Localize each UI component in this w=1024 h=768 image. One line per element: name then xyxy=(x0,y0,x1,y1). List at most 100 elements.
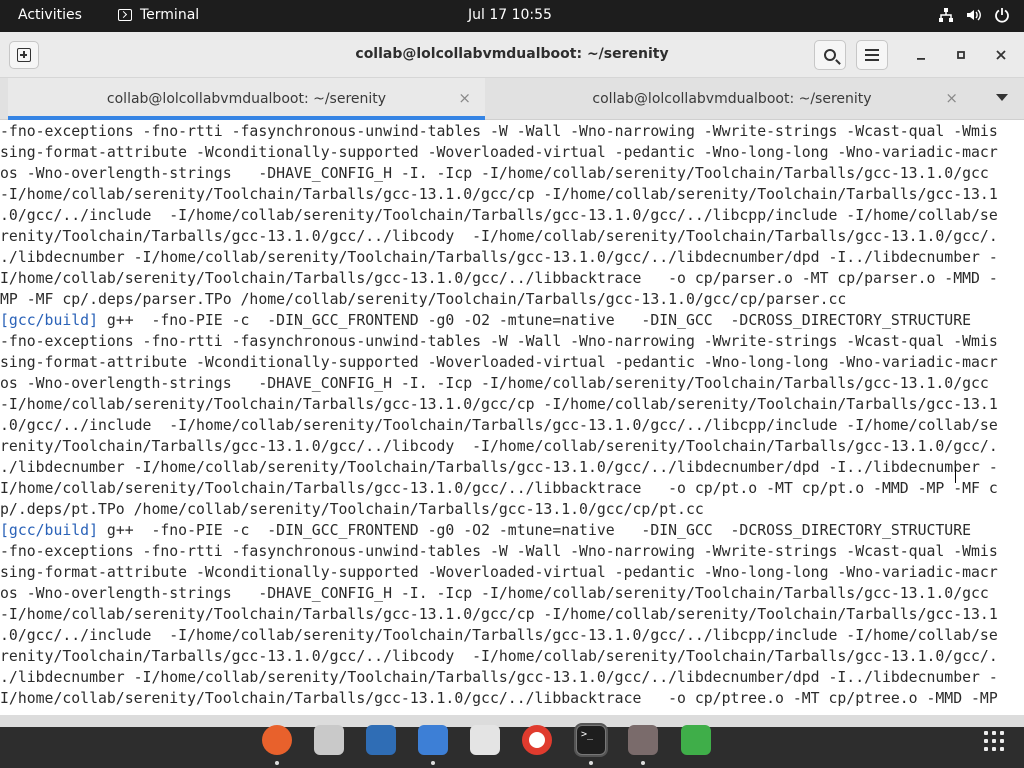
line-text: os -Wno-overlength-strings -DHAVE_CONFIG… xyxy=(0,585,989,602)
libreoffice-writer-launcher[interactable] xyxy=(364,723,398,757)
line-text: renity/Toolchain/Tarballs/gcc-13.1.0/gcc… xyxy=(0,438,998,455)
line-text: MP -MF cp/.deps/parser.TPo /home/collab/… xyxy=(0,291,847,308)
line-text: ./libdecnumber -I/home/collab/serenity/T… xyxy=(0,249,998,266)
terminal-line: I/home/collab/serenity/Toolchain/Tarball… xyxy=(0,268,1024,289)
line-text: -I/home/collab/serenity/Toolchain/Tarbal… xyxy=(0,396,998,413)
line-text: -I/home/collab/serenity/Toolchain/Tarbal… xyxy=(0,186,998,203)
power-icon xyxy=(994,7,1010,23)
tab-close-icon[interactable]: × xyxy=(945,89,958,107)
tab-list-dropdown-icon[interactable] xyxy=(996,94,1008,101)
tab-terminal-1[interactable]: collab@lolcollabvmdualboot: ~/serenity × xyxy=(8,78,485,120)
running-indicator xyxy=(641,761,645,765)
tab-label: collab@lolcollabvmdualboot: ~/serenity xyxy=(592,91,872,107)
terminal-line: ./libdecnumber -I/home/collab/serenity/T… xyxy=(0,667,1024,688)
terminal-scrollbar[interactable] xyxy=(1018,125,1022,711)
line-text: sing-format-attribute -Wconditionally-su… xyxy=(0,144,998,161)
terminal-line: MP -MF cp/.deps/parser.TPo /home/collab/… xyxy=(0,289,1024,310)
firefox-icon xyxy=(262,725,292,755)
activities-button[interactable]: Activities xyxy=(18,7,82,23)
network-icon xyxy=(938,7,954,23)
window-headerbar: collab@lolcollabvmdualboot: ~/serenity xyxy=(0,32,1024,78)
terminal-icon: >_ xyxy=(576,725,606,755)
gnome-top-bar: Activities Terminal Jul 17 10:55 xyxy=(0,0,1024,32)
tab-close-icon[interactable]: × xyxy=(458,89,471,107)
terminal-line: .0/gcc/../include -I/home/collab/serenit… xyxy=(0,205,1024,226)
line-text: I/home/collab/serenity/Toolchain/Tarball… xyxy=(0,690,998,707)
build-prefix: [gcc/build] xyxy=(0,312,98,329)
terminal-line: os -Wno-overlength-strings -DHAVE_CONFIG… xyxy=(0,373,1024,394)
maximize-button[interactable] xyxy=(952,46,970,64)
tab-label: collab@lolcollabvmdualboot: ~/serenity xyxy=(106,91,387,107)
dock-separator xyxy=(0,715,1024,727)
terminal-line: renity/Toolchain/Tarballs/gcc-13.1.0/gcc… xyxy=(0,646,1024,667)
text-editor-icon xyxy=(418,725,448,755)
terminal-line: ./libdecnumber -I/home/collab/serenity/T… xyxy=(0,457,1024,478)
terminal-line: I/home/collab/serenity/Toolchain/Tarball… xyxy=(0,688,1024,709)
firefox-launcher[interactable] xyxy=(260,723,294,765)
terminal-output[interactable]: -fno-exceptions -fno-rtti -fasynchronous… xyxy=(0,121,1024,715)
line-text: -fno-exceptions -fno-rtti -fasynchronous… xyxy=(0,333,998,350)
build-prefix: [gcc/build] xyxy=(0,522,98,539)
line-text: .0/gcc/../include -I/home/collab/serenit… xyxy=(0,627,998,644)
terminal-line: -fno-exceptions -fno-rtti -fasynchronous… xyxy=(0,121,1024,142)
help-lifebuoy-launcher[interactable] xyxy=(520,723,554,757)
clock[interactable]: Jul 17 10:55 xyxy=(468,7,552,23)
terminal-line: -I/home/collab/serenity/Toolchain/Tarbal… xyxy=(0,604,1024,625)
line-text: g++ -fno-PIE -c -DIN_GCC_FRONTEND -g0 -O… xyxy=(98,522,972,539)
line-text: p/.deps/pt.TPo /home/collab/serenity/Too… xyxy=(0,501,704,518)
menu-button[interactable] xyxy=(856,40,888,70)
app-menu-label: Terminal xyxy=(140,7,200,23)
system-tray[interactable] xyxy=(938,7,1010,23)
terminal-line: .0/gcc/../include -I/home/collab/serenit… xyxy=(0,415,1024,436)
deja-dup-backup-icon xyxy=(314,725,344,755)
app-menu-terminal[interactable]: Terminal xyxy=(118,7,199,23)
terminal-line: renity/Toolchain/Tarballs/gcc-13.1.0/gcc… xyxy=(0,226,1024,247)
terminal-line: ./libdecnumber -I/home/collab/serenity/T… xyxy=(0,247,1024,268)
line-text: ./libdecnumber -I/home/collab/serenity/T… xyxy=(0,669,998,686)
search-button[interactable] xyxy=(814,40,846,70)
line-text: ./libdecnumber -I/home/collab/serenity/T… xyxy=(0,459,998,476)
terminal-launcher[interactable]: >_ xyxy=(574,723,608,765)
running-indicator xyxy=(275,761,279,765)
close-icon xyxy=(996,50,1006,60)
line-text: .0/gcc/../include -I/home/collab/serenit… xyxy=(0,207,998,224)
software-center-launcher[interactable] xyxy=(468,723,502,757)
text-editor-launcher[interactable] xyxy=(416,723,450,765)
line-text: sing-format-attribute -Wconditionally-su… xyxy=(0,354,998,371)
volume-icon xyxy=(966,7,982,23)
terminal-line: -I/home/collab/serenity/Toolchain/Tarbal… xyxy=(0,394,1024,415)
terminal-line: renity/Toolchain/Tarballs/gcc-13.1.0/gcc… xyxy=(0,436,1024,457)
trash-launcher[interactable] xyxy=(679,723,713,757)
virtual-machine-manager-launcher[interactable] xyxy=(626,723,660,765)
line-text: .0/gcc/../include -I/home/collab/serenit… xyxy=(0,417,998,434)
terminal-line: sing-format-attribute -Wconditionally-su… xyxy=(0,562,1024,583)
running-indicator xyxy=(431,761,435,765)
terminal-line: os -Wno-overlength-strings -DHAVE_CONFIG… xyxy=(0,583,1024,604)
tab-bar: collab@lolcollabvmdualboot: ~/serenity ×… xyxy=(0,78,1024,120)
line-text: g++ -fno-PIE -c -DIN_GCC_FRONTEND -g0 -O… xyxy=(98,312,972,329)
search-icon xyxy=(824,49,836,61)
dock-bar xyxy=(0,727,1024,768)
running-indicator xyxy=(589,761,593,765)
terminal-line: sing-format-attribute -Wconditionally-su… xyxy=(0,352,1024,373)
terminal-app-icon xyxy=(118,9,132,21)
terminal-line: [gcc/build] g++ -fno-PIE -c -DIN_GCC_FRO… xyxy=(0,310,1024,331)
line-text: I/home/collab/serenity/Toolchain/Tarball… xyxy=(0,480,998,497)
terminal-line: p/.deps/pt.TPo /home/collab/serenity/Too… xyxy=(0,499,1024,520)
terminal-line: -fno-exceptions -fno-rtti -fasynchronous… xyxy=(0,331,1024,352)
tab-terminal-2[interactable]: collab@lolcollabvmdualboot: ~/serenity × xyxy=(488,78,976,120)
line-text: os -Wno-overlength-strings -DHAVE_CONFIG… xyxy=(0,165,989,182)
terminal-line: .0/gcc/../include -I/home/collab/serenit… xyxy=(0,625,1024,646)
maximize-icon xyxy=(957,51,965,59)
line-text: -fno-exceptions -fno-rtti -fasynchronous… xyxy=(0,543,998,560)
line-text: renity/Toolchain/Tarballs/gcc-13.1.0/gcc… xyxy=(0,228,998,245)
terminal-line: sing-format-attribute -Wconditionally-su… xyxy=(0,142,1024,163)
dash-dock: >_ xyxy=(0,715,1024,768)
minimize-button[interactable] xyxy=(912,46,930,64)
terminal-line: [gcc/build] g++ -fno-PIE -c -DIN_GCC_FRO… xyxy=(0,520,1024,541)
software-center-icon xyxy=(470,725,500,755)
show-applications-icon[interactable] xyxy=(984,731,1004,751)
close-window-button[interactable] xyxy=(992,46,1010,64)
minimize-icon xyxy=(917,58,925,60)
deja-dup-backup-launcher[interactable] xyxy=(312,723,346,757)
